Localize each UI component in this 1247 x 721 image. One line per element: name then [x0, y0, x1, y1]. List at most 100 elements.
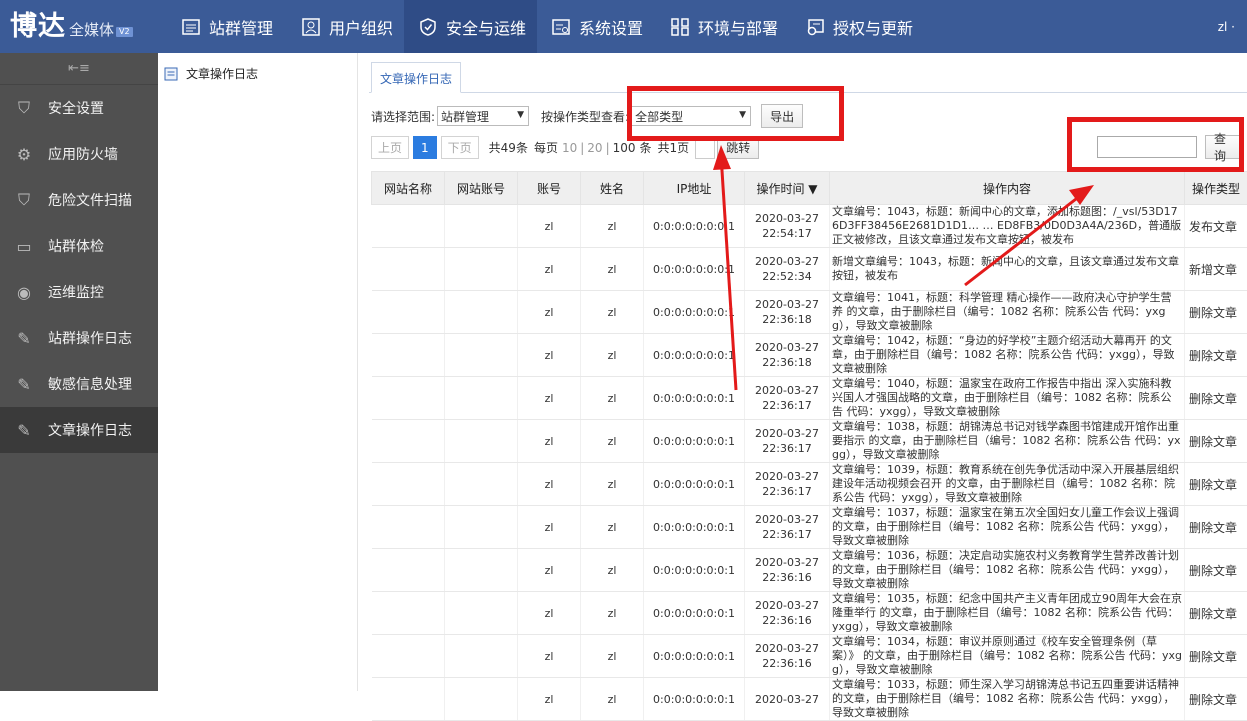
cell-op-content: 文章编号：1039，标题：教育系统在创先争优活动中深入开展基层组织建设年活动视频…: [830, 463, 1185, 506]
cell-ip: 0:0:0:0:0:0:0:1: [644, 678, 745, 721]
cell-site-account: [445, 334, 518, 377]
nav-label: 安全与运维: [446, 15, 526, 39]
op-date: 2020-03-27: [745, 598, 829, 613]
nav-site-group[interactable]: 站群管理: [167, 0, 287, 53]
sidebar-item-label: 应用防火墙: [48, 144, 118, 164]
cell-op-content: 文章编号：1037，标题：温家宝在第五次全国妇女儿童工作会议上强调 的文章，由于…: [830, 506, 1185, 549]
cell-site-name: [372, 377, 445, 420]
cell-name: zl: [581, 291, 644, 334]
sidebar-item-monitoring[interactable]: ◉ 运维监控: [0, 269, 158, 315]
goto-page-input[interactable]: [695, 136, 715, 159]
cell-op-content: 文章编号：1036，标题：决定启动实施农村义务教育学生营养改善计划 的文章，由于…: [830, 549, 1185, 592]
cell-site-account: [445, 205, 518, 248]
dropdown-arrow-icon: ▼: [739, 110, 746, 120]
sidebar-item-health-check[interactable]: ▭ 站群体检: [0, 223, 158, 269]
page-size-100[interactable]: 100: [613, 141, 636, 155]
cell-account: zl: [518, 205, 581, 248]
tree-panel: 文章操作日志: [158, 53, 358, 691]
col-site-account: 网站账号: [445, 172, 518, 205]
tab-article-op-log[interactable]: 文章操作日志: [371, 62, 461, 93]
nav-env-deploy[interactable]: 环境与部署: [656, 0, 791, 53]
nav-user-org[interactable]: 用户组织: [287, 0, 404, 53]
sidebar-item-file-scan[interactable]: ⛉ 危险文件扫描: [0, 177, 158, 223]
nav-license-update[interactable]: 授权与更新: [791, 0, 926, 53]
next-page-button[interactable]: 下页: [441, 136, 479, 159]
cell-op-content: 文章编号：1040，标题：温家宝在政府工作报告中指出 深入实施科教兴国人才强国战…: [830, 377, 1185, 420]
col-op-time[interactable]: 操作时间 ▼: [745, 172, 830, 205]
search-button[interactable]: 查询: [1205, 135, 1243, 159]
cell-op-time: 2020-03-2722:54:17: [745, 205, 830, 248]
user-menu[interactable]: zl ·: [1218, 20, 1235, 34]
op-clock: 22:36:16: [745, 613, 829, 628]
cell-op-type: 删除文章: [1185, 334, 1247, 377]
page-size-10[interactable]: 10: [562, 141, 577, 155]
tree-node-article-log[interactable]: 文章操作日志: [164, 65, 258, 82]
cell-op-type: 删除文章: [1185, 635, 1247, 678]
table-row: zlzl0:0:0:0:0:0:0:12020-03-27文章编号：1033，标…: [372, 678, 1247, 721]
sidebar-item-article-op-log[interactable]: ✎ 文章操作日志: [0, 407, 158, 453]
col-op-type: 操作类型: [1185, 172, 1247, 205]
cell-name: zl: [581, 248, 644, 291]
table-row: zlzl0:0:0:0:0:0:0:12020-03-2722:36:17文章编…: [372, 377, 1247, 420]
type-select[interactable]: 全部类型 ▼: [631, 106, 751, 126]
cell-name: zl: [581, 549, 644, 592]
nav-security-ops[interactable]: 安全与运维: [404, 0, 537, 53]
cell-account: zl: [518, 334, 581, 377]
cell-name: zl: [581, 334, 644, 377]
cell-account: zl: [518, 291, 581, 334]
deploy-icon: [670, 17, 690, 37]
cell-account: zl: [518, 377, 581, 420]
goto-button[interactable]: 跳转: [717, 136, 759, 159]
cell-site-name: [372, 334, 445, 377]
cell-op-time: 2020-03-2722:36:18: [745, 334, 830, 377]
search-input[interactable]: [1097, 136, 1197, 158]
cell-op-type: 新增文章: [1185, 248, 1247, 291]
cell-name: zl: [581, 377, 644, 420]
scope-select[interactable]: 站群管理 ▼: [437, 106, 529, 126]
cell-name: zl: [581, 635, 644, 678]
document-icon: [164, 67, 178, 81]
page-1-button[interactable]: 1: [413, 136, 437, 159]
cell-op-content: 文章编号：1042，标题：“身边的好学校”主题介绍活动大幕再开 的文章，由于删除…: [830, 334, 1185, 377]
op-clock: 22:36:17: [745, 484, 829, 499]
eye-icon: ◉: [14, 282, 34, 302]
nav-label: 站群管理: [209, 15, 273, 39]
cell-site-account: [445, 377, 518, 420]
edit-icon: ✎: [14, 374, 34, 394]
cell-site-name: [372, 420, 445, 463]
cell-op-time: 2020-03-2722:36:17: [745, 420, 830, 463]
col-op-content: 操作内容: [830, 172, 1185, 205]
cell-op-type: 删除文章: [1185, 506, 1247, 549]
per-page-label: 每页: [534, 139, 558, 156]
cell-site-account: [445, 549, 518, 592]
col-name: 姓名: [581, 172, 644, 205]
op-clock: 22:36:18: [745, 312, 829, 327]
op-date: 2020-03-27: [745, 340, 829, 355]
sidebar-collapse-toggle[interactable]: ⇤≡: [0, 53, 158, 85]
cell-site-name: [372, 506, 445, 549]
sidebar-item-security-settings[interactable]: ⛉ 安全设置: [0, 85, 158, 131]
sidebar-item-sensitive-info[interactable]: ✎ 敏感信息处理: [0, 361, 158, 407]
scope-value: 站群管理: [441, 108, 489, 125]
op-clock: 22:36:17: [745, 441, 829, 456]
cell-site-name: [372, 592, 445, 635]
sidebar-item-site-op-log[interactable]: ✎ 站群操作日志: [0, 315, 158, 361]
sidebar-item-firewall[interactable]: ⚙ 应用防火墙: [0, 131, 158, 177]
table-row: zlzl0:0:0:0:0:0:0:12020-03-2722:52:34新增文…: [372, 248, 1247, 291]
cell-op-type: 删除文章: [1185, 377, 1247, 420]
page-size-20[interactable]: 20: [587, 141, 602, 155]
export-button[interactable]: 导出: [761, 104, 803, 128]
shield-icon: [418, 17, 438, 37]
nav-system-settings[interactable]: 系统设置: [537, 0, 656, 53]
op-date: 2020-03-27: [745, 555, 829, 570]
nav-label: 系统设置: [579, 15, 643, 39]
cell-op-content: 文章编号：1034，标题：审议并原则通过《校车安全管理条例（草案）》 的文章，由…: [830, 635, 1185, 678]
op-clock: 22:36:18: [745, 355, 829, 370]
cell-op-type: 删除文章: [1185, 463, 1247, 506]
search-area: 查询: [1097, 135, 1243, 159]
cell-ip: 0:0:0:0:0:0:0:1: [644, 377, 745, 420]
total-count: 共49条: [489, 139, 528, 156]
prev-page-button[interactable]: 上页: [371, 136, 409, 159]
cell-site-account: [445, 678, 518, 721]
cell-site-name: [372, 635, 445, 678]
